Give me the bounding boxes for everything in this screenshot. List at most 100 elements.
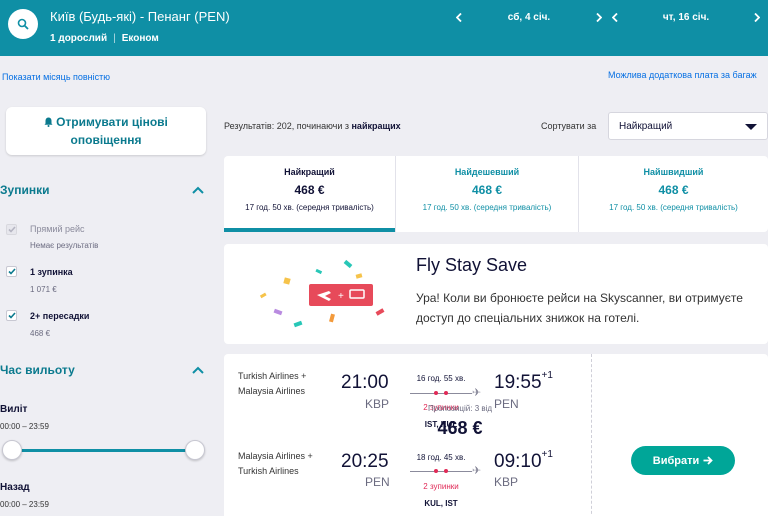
return-time-range: 00:00 – 23:59 xyxy=(0,500,49,509)
prev-return-date-button[interactable] xyxy=(608,8,622,26)
leg2-stop-dot xyxy=(434,469,438,473)
leg2-duration: 18 год. 45 хв. xyxy=(416,453,466,462)
results-count-sort: найкращих xyxy=(351,121,401,131)
flight-hotel-confetti-illustration: + xyxy=(259,259,385,328)
results-count: Результатів: 202, починаючи з найкращих xyxy=(224,121,401,131)
show-full-month-link[interactable]: Показати місяць повністю xyxy=(2,72,110,82)
two-plus-stops-checkbox[interactable] xyxy=(6,310,17,321)
leg2-route-line xyxy=(410,471,472,472)
tab-fastest-price: 468 € xyxy=(658,183,689,197)
bag-fees-link[interactable]: Можлива додаткова плата за багаж xyxy=(608,70,757,80)
leg2-stops: 2 зупинки xyxy=(423,482,459,491)
cabin-label: Економ xyxy=(121,33,159,44)
one-stop-price: 1 071 € xyxy=(30,285,57,294)
tab-cheapest[interactable]: Найдешевший 468 € 17 год. 50 хв. (середн… xyxy=(395,156,578,232)
leg1-airline: Turkish Airlines + Malaysia Airlines xyxy=(238,371,307,396)
outbound-date[interactable]: сб, 4 січ. xyxy=(466,12,592,23)
leg2-arrival-code: KBP xyxy=(494,475,519,489)
leg2-arrival-time: 09:10+1 xyxy=(494,448,553,473)
airplane-icon: ✈ xyxy=(472,387,482,399)
price-alert-button[interactable]: Отримувати цінові оповіщення xyxy=(6,107,206,155)
direct-flight-label: Прямий рейс xyxy=(30,224,85,234)
tab-fastest-duration: 17 год. 50 хв. (середня тривалість) xyxy=(609,203,738,212)
offers-count: Пропозицій: 3 від xyxy=(427,404,493,413)
price-alert-label: Отримувати цінові оповіщення xyxy=(56,115,168,147)
return-date[interactable]: чт, 16 січ. xyxy=(622,12,750,23)
outbound-time-slider-track[interactable] xyxy=(12,449,196,452)
leg1-arrival-day-offset: +1 xyxy=(541,369,553,381)
trip-details[interactable]: 1 дорослий | Економ xyxy=(50,33,159,44)
direct-flight-checkbox[interactable] xyxy=(6,224,17,235)
leg1-duration: 16 год. 55 хв. xyxy=(416,374,466,383)
outbound-slider-max-handle[interactable] xyxy=(185,440,205,460)
next-outbound-date-button[interactable] xyxy=(592,8,606,26)
leg2-via: KUL, IST xyxy=(424,499,458,508)
return-time-label: Назад xyxy=(0,482,30,493)
results-count-prefix: Результатів: 202, починаючи з xyxy=(224,121,352,131)
passengers-label: 1 дорослий xyxy=(50,33,108,44)
one-stop-label: 1 зупинка xyxy=(30,267,73,277)
outbound-slider-min-handle[interactable] xyxy=(2,440,22,460)
checkmark-icon xyxy=(7,268,16,275)
checkmark-icon xyxy=(7,226,16,233)
sort-selected-value: Найкращий xyxy=(619,120,673,132)
arrow-right-icon xyxy=(703,456,714,465)
tab-fastest[interactable]: Найшвидший 468 € 17 год. 50 хв. (середня… xyxy=(578,156,768,232)
sort-label: Сортувати за xyxy=(541,121,597,131)
outbound-time-range: 00:00 – 23:59 xyxy=(0,422,49,431)
leg2-departure-code: PEN xyxy=(365,475,390,489)
sort-select[interactable]: Найкращий xyxy=(608,112,768,140)
stops-section-title[interactable]: Зупинки xyxy=(0,183,49,197)
one-stop-checkbox[interactable] xyxy=(6,266,17,277)
leg1-route-line xyxy=(410,393,472,394)
tab-best-price: 468 € xyxy=(294,183,325,197)
chevron-left-icon xyxy=(612,12,618,22)
chevron-up-icon[interactable] xyxy=(192,186,204,194)
leg2-arrival-time-value: 09:10 xyxy=(494,451,542,472)
promo-text: Ура! Коли ви бронюєте рейси на Skyscanne… xyxy=(416,291,743,325)
route-title[interactable]: Київ (Будь-які) - Пенанг (PEN) xyxy=(50,9,230,24)
separator: | xyxy=(113,33,116,44)
leg2-airline: Malaysia Airlines + Turkish Airlines xyxy=(238,451,313,476)
chevron-up-icon[interactable] xyxy=(192,366,204,374)
leg1-arrival-time-value: 19:55 xyxy=(494,372,542,393)
leg1-departure-time: 21:00 xyxy=(341,372,389,393)
sort-tabs: Найкращий 468 € 17 год. 50 хв. (середня … xyxy=(224,156,768,232)
two-plus-stops-price: 468 € xyxy=(30,329,51,338)
airplane-icon: ✈ xyxy=(472,465,482,477)
two-plus-stops-label: 2+ пересадки xyxy=(30,311,90,321)
return-date-control: чт, 16 січ. xyxy=(608,8,764,26)
search-icon xyxy=(17,18,29,30)
direct-flight-price: Немає результатів xyxy=(30,241,99,250)
leg1-stop-dot xyxy=(444,391,448,395)
search-header: Київ (Будь-які) - Пенанг (PEN) 1 доросли… xyxy=(0,0,768,56)
departure-time-section-title[interactable]: Час вильоту xyxy=(0,363,75,377)
chevron-right-icon xyxy=(596,12,602,22)
next-return-date-button[interactable] xyxy=(750,8,764,26)
hotel-promo-banner[interactable]: + Fly Stay Save Ура! Коли ви бронюєте ре… xyxy=(224,244,768,344)
leg2-stop-dot xyxy=(444,469,448,473)
tab-best[interactable]: Найкращий 468 € 17 год. 50 хв. (середня … xyxy=(224,156,395,232)
tab-best-name: Найкращий xyxy=(284,167,335,177)
leg1-arrival-time: 19:55+1 xyxy=(494,369,553,394)
select-flight-button[interactable]: Вибрати xyxy=(631,446,735,475)
tab-best-duration: 17 год. 50 хв. (середня тривалість) xyxy=(245,203,374,212)
caret-down-icon xyxy=(745,124,757,130)
select-flight-label: Вибрати xyxy=(652,454,700,467)
promo-title: Fly Stay Save xyxy=(416,255,528,275)
bell-icon xyxy=(44,117,53,127)
outbound-date-control: сб, 4 січ. xyxy=(452,8,606,26)
tab-cheapest-duration: 17 год. 50 хв. (середня тривалість) xyxy=(422,203,552,212)
svg-text:+: + xyxy=(338,291,344,302)
card-divider xyxy=(591,354,592,516)
tab-fastest-name: Найшвидший xyxy=(643,167,704,177)
leg1-stop-dot xyxy=(434,391,438,395)
chevron-right-icon xyxy=(754,12,760,22)
checkmark-icon xyxy=(7,312,16,319)
leg2-departure-time: 20:25 xyxy=(341,451,389,472)
search-button[interactable] xyxy=(8,9,38,39)
leg2-arrival-day-offset: +1 xyxy=(541,448,553,460)
tab-cheapest-price: 468 € xyxy=(471,183,503,197)
tab-cheapest-name: Найдешевший xyxy=(454,167,520,177)
prev-outbound-date-button[interactable] xyxy=(452,8,466,26)
